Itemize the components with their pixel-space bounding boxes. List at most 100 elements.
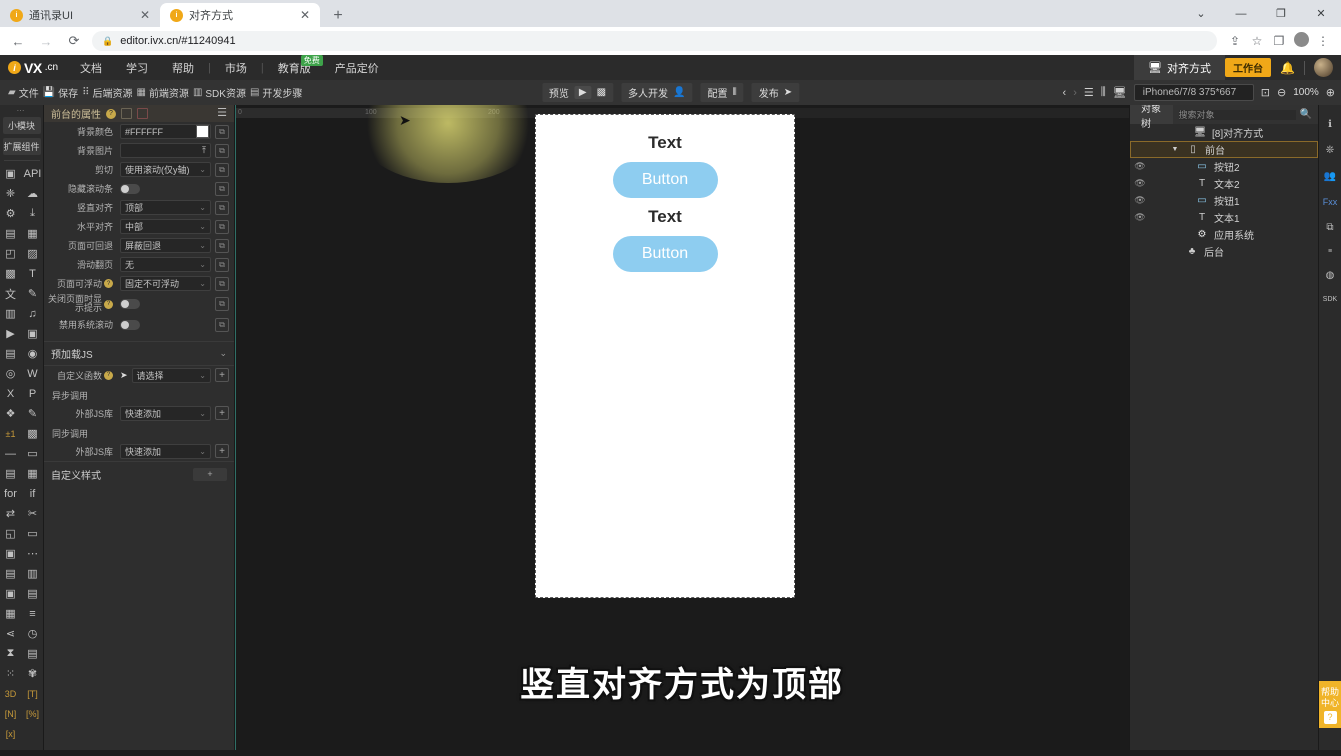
toolbar-frontend-resource[interactable]: ▦ 前端资源 [136,85,188,100]
slider-icon[interactable]: ▭ [22,524,44,543]
profile-avatar[interactable] [1291,32,1311,50]
dots-icon[interactable]: ⋯ [22,544,44,563]
table-icon[interactable]: ▦ [0,604,22,623]
phone-frame[interactable]: Text Button Text Button [535,114,795,598]
property-field[interactable]: 固定不可浮动 ⌄ [120,276,211,291]
custom-function-select[interactable]: 请选择 ⌄ [131,367,211,383]
copy-property-button[interactable]: ⧉ [215,181,229,196]
close-icon[interactable]: ✕ [298,8,312,22]
drawer-icon[interactable]: ▥ [22,564,44,583]
window-expand-icon[interactable]: ⌄ [1181,7,1221,20]
picture-icon[interactable]: ▩ [0,264,22,283]
copy-property-button[interactable]: ⧉ [215,276,229,291]
cube-icon[interactable]: ◰ [0,244,22,263]
info-icon[interactable]: ℹ [1328,119,1332,130]
paint-icon[interactable]: ✎ [22,404,44,423]
code-icon[interactable]: ≡ [1328,248,1332,255]
menu-help[interactable]: 帮助 [160,60,206,76]
property-field[interactable]: 中部 ⌄ [120,219,211,234]
browser-tab-1[interactable]: i 对齐方式 ✕ [160,3,320,27]
tree-node-2[interactable]: 👁 ▭ 按钮2 [1130,158,1318,175]
music-icon[interactable]: ♫ [22,304,44,323]
layout-icon[interactable]: ▣ [0,544,22,563]
rail-small-modules[interactable]: 小模块 [2,117,41,134]
upload-icon[interactable]: ⤒ [202,145,206,156]
fxx-icon[interactable]: Fxx [1323,197,1338,207]
help-icon[interactable]: ? [104,279,113,288]
menu-pricing[interactable]: 产品定价 [323,60,391,76]
rail-item-55[interactable]: [%] [22,704,44,723]
toolbar-backend-resource[interactable]: ⠿ 后端资源 [82,85,132,100]
browser-tab-0[interactable]: i 通讯录UI ✕ [0,3,160,27]
toolbar-save[interactable]: 💾 保存 [43,85,78,100]
property-field[interactable]: 顶部 ⌄ [120,200,211,215]
if-icon[interactable]: if [22,484,44,503]
async-lib-select[interactable]: 快速添加 ⌄ [120,405,211,421]
diagram-icon[interactable]: ❖ [0,404,22,423]
text-icon[interactable]: T [22,264,44,283]
page-icon[interactable]: ◱ [0,524,22,543]
close-icon[interactable]: ✕ [138,8,152,22]
config-group[interactable]: 配置 ⫴ [700,83,744,102]
object-search[interactable]: 🔍 [1173,109,1318,120]
tree-node-3[interactable]: 👁 T 文本2 [1130,175,1318,192]
property-field[interactable]: ⤒ [120,143,211,158]
history-prev-button[interactable]: ‹ [1063,87,1067,99]
sync-lib-select[interactable]: 快速添加 ⌄ [120,443,211,459]
rail-item-54[interactable]: [N] [0,704,22,723]
gallery-icon[interactable]: ▣ [22,324,44,343]
property-field[interactable]: 无 ⌄ [120,257,211,272]
panel-icon[interactable]: ▤ [0,464,22,483]
eye-icon[interactable]: 👁 [1130,178,1150,189]
list-icon[interactable]: ▤ [0,564,22,583]
copy-property-button[interactable]: ⧉ [215,257,229,272]
users-icon[interactable]: 👥 [1324,171,1336,182]
image-icon[interactable]: ▨ [22,244,44,263]
menu-market[interactable]: 市场 [213,60,259,76]
play-icon[interactable]: ▶ [573,86,592,99]
camera-icon[interactable]: ◉ [22,344,44,363]
disc-icon[interactable]: ◎ [0,364,22,383]
collab-group[interactable]: 多人开发 👤 [621,83,693,102]
video-icon[interactable]: ▶ [0,324,22,343]
preload-section-header[interactable]: 预加载JS ⌄ [44,340,234,366]
add-sync-lib-button[interactable]: + [215,444,229,459]
property-field[interactable]: 屏蔽回退 ⌄ [120,238,211,253]
project-tab[interactable]: 🖥 对齐方式 [1134,55,1226,80]
window-icon[interactable]: ▤ [0,344,22,363]
rail-item-56[interactable]: [x] [0,724,22,743]
rail-item-52[interactable]: 3D [0,684,22,703]
share-nodes-icon[interactable]: ❈ [0,184,22,203]
menu-kebab-icon[interactable]: ⋮ [1313,34,1333,48]
stack-icon[interactable]: ▣ [0,584,22,603]
publish-group[interactable]: 发布 ➤ [751,83,800,102]
translate-icon[interactable]: 文 [0,284,22,303]
tab-object-tree[interactable]: 对象树 [1130,104,1173,130]
add-function-button[interactable]: + [215,368,229,383]
add-async-lib-button[interactable]: + [215,406,229,421]
help-center-tab[interactable]: 帮助中心 ? [1319,681,1341,728]
reload-icon[interactable]: ⟳ [64,33,84,49]
toolbar-file[interactable]: ▰ 文件 [8,85,39,100]
new-tab-button[interactable]: + [326,7,350,25]
history-next-button[interactable]: › [1073,87,1077,99]
zoom-in-icon[interactable]: ⊕ [1326,86,1335,99]
menu-icon[interactable]: ☰ [217,108,227,119]
edit-icon[interactable] [121,108,132,119]
shield-icon[interactable] [137,108,148,119]
tree-node-4[interactable]: 👁 ▭ 按钮1 [1130,192,1318,209]
copy-property-button[interactable]: ⧉ [215,297,229,312]
card-icon[interactable]: ▥ [0,304,22,323]
toolbar-dev-steps[interactable]: ▤ 开发步骤 [250,85,302,100]
address-bar[interactable]: 🔒 editor.ivx.cn/#11240941 [92,31,1217,51]
help-icon[interactable]: ? [104,370,113,380]
rail-extensions[interactable]: 扩展组件 [2,138,41,155]
property-field[interactable]: 使用滚动(仅y轴) ⌄ [120,162,211,177]
ppt-icon[interactable]: P [22,384,44,403]
preview-group[interactable]: 预览 ▶ ▩ [541,83,614,102]
workbench-button[interactable]: 工作台 [1225,58,1272,77]
word-icon[interactable]: W [22,364,44,383]
color-swatch[interactable] [196,125,209,138]
share-icon[interactable]: ⋖ [0,624,22,643]
qr-icon[interactable]: ▩ [22,424,44,443]
